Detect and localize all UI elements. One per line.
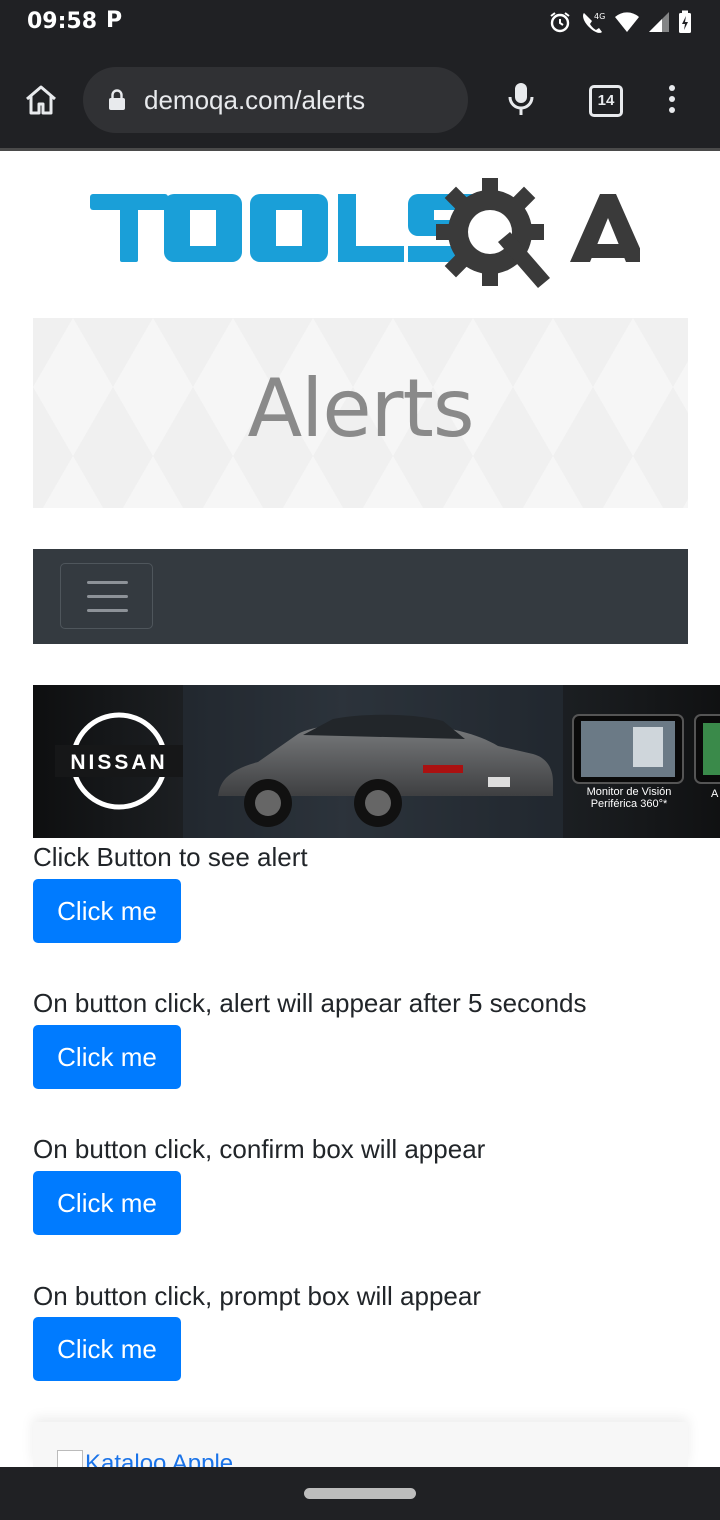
tabs-icon[interactable]: 14 xyxy=(589,85,623,117)
alarm-icon xyxy=(550,12,570,33)
address-bar[interactable]: demoqa.com/alerts xyxy=(83,67,468,133)
infotainment-screen-image xyxy=(572,714,720,784)
status-icons: 4G xyxy=(548,10,692,34)
prompt-button[interactable]: Click me xyxy=(33,1317,181,1381)
nissan-ad-banner[interactable]: NISSAN Monitor de Visión Periférica 360°… xyxy=(33,685,720,838)
prompt-label: On button click, prompt box will appear xyxy=(33,1281,481,1311)
broken-image-icon xyxy=(57,1450,83,1467)
footer-ad[interactable]: Kataloo Apple xyxy=(33,1422,688,1467)
home-icon[interactable] xyxy=(24,84,58,116)
confirm-button[interactable]: Click me xyxy=(33,1171,181,1235)
mic-icon[interactable] xyxy=(507,82,535,116)
ad-caption-line1: Monitor de Visión xyxy=(587,786,672,798)
parking-p-icon: P xyxy=(106,8,123,33)
alert-label: Click Button to see alert xyxy=(33,842,308,872)
footer-ad-link[interactable]: Kataloo Apple xyxy=(85,1450,233,1467)
gesture-nav-bar xyxy=(0,1467,720,1520)
toolsqa-logo[interactable] xyxy=(90,172,646,302)
ad-brand-text: NISSAN xyxy=(70,751,167,774)
hamburger-menu-button[interactable] xyxy=(60,563,153,629)
page-title-banner: Alerts xyxy=(33,318,688,508)
alert-button[interactable]: Click me xyxy=(33,879,181,943)
home-gesture-handle[interactable] xyxy=(304,1488,416,1499)
timer-alert-label: On button click, alert will appear after… xyxy=(33,988,587,1018)
status-time: 09:58 xyxy=(27,9,98,34)
browser-toolbar: demoqa.com/alerts 14 xyxy=(0,48,720,148)
navbar xyxy=(33,549,688,644)
svg-text:4G: 4G xyxy=(594,12,605,21)
wifi-icon xyxy=(615,12,639,32)
ad-caption-cut: A xyxy=(711,788,719,800)
lock-icon[interactable] xyxy=(108,89,126,111)
signal-icon xyxy=(649,12,669,32)
page-title: Alerts xyxy=(247,362,474,455)
url-text[interactable]: demoqa.com/alerts xyxy=(144,85,365,116)
toolbar-divider xyxy=(0,148,720,151)
battery-charging-icon xyxy=(679,10,691,33)
ad-caption-line2: Periférica 360°* xyxy=(591,798,668,810)
confirm-label: On button click, confirm box will appear xyxy=(33,1134,486,1164)
status-bar: 09:58 P 4G xyxy=(0,0,720,48)
more-menu-icon[interactable] xyxy=(667,85,677,118)
wifi-calling-4g-icon: 4G xyxy=(583,12,605,33)
timer-alert-button[interactable]: Click me xyxy=(33,1025,181,1089)
